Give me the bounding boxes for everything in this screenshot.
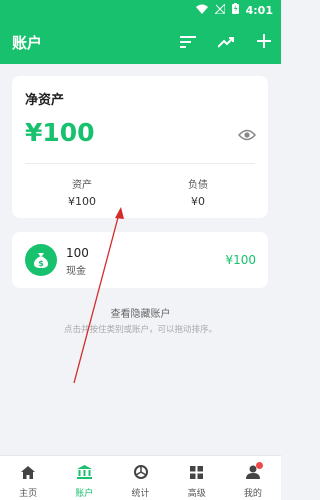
account-name: 100 (66, 246, 89, 260)
eye-icon[interactable] (237, 126, 257, 145)
tab-statistics[interactable]: 统计 (112, 456, 168, 500)
assets-value: ¥100 (68, 195, 96, 208)
header: 4:01 账户 (0, 0, 281, 64)
app-bar: 账户 (0, 20, 281, 64)
account-balance: ¥100 (225, 253, 256, 267)
tab-label: 统计 (131, 489, 150, 499)
notification-dot (255, 462, 263, 469)
tab-label: 账户 (75, 489, 94, 499)
home-icon (21, 464, 36, 483)
battery-icon (231, 3, 239, 17)
bank-icon (76, 464, 92, 483)
assets-summary: 资产 ¥100 (42, 176, 122, 208)
grid-icon (190, 464, 204, 483)
net-worth-card: 净资产 ¥100 资产 ¥100 负债 ¥0 (12, 76, 268, 218)
liabilities-label: 负债 (188, 180, 208, 191)
add-icon[interactable] (257, 33, 271, 52)
view-hidden-accounts-link[interactable]: 查看隐藏账户 (0, 305, 281, 320)
money-bag-icon: $ (25, 244, 57, 276)
tab-label: 高级 (187, 489, 206, 499)
account-type: 现金 (66, 266, 86, 277)
tab-home[interactable]: 主页 (0, 456, 56, 500)
net-worth-label: 净资产 (25, 93, 65, 108)
cash-account-row[interactable]: $ 100 现金 ¥100 (12, 232, 268, 288)
bottom-tab-bar: 主页 账户 统计 高级 我的 (0, 455, 281, 500)
clock: 4:01 (245, 3, 273, 17)
page-title: 账户 (12, 33, 43, 52)
drag-sort-hint: 点击并按住类别或账户，可以拖动排序。 (63, 325, 217, 335)
pie-chart-icon (133, 464, 148, 483)
tab-me[interactable]: 我的 (225, 456, 281, 500)
tab-label: 我的 (243, 489, 262, 499)
sort-filter-icon[interactable] (180, 33, 196, 52)
status-bar: 4:01 (0, 0, 281, 20)
trend-icon[interactable] (217, 33, 235, 52)
divider (25, 163, 255, 164)
tab-advanced[interactable]: 高级 (169, 456, 225, 500)
assets-label: 资产 (72, 180, 92, 191)
tab-label: 主页 (19, 489, 38, 499)
wifi-icon (195, 4, 208, 17)
liabilities-summary: 负债 ¥0 (158, 176, 238, 208)
tab-accounts[interactable]: 账户 (56, 456, 112, 500)
no-signal-icon (213, 2, 226, 17)
svg-text:$: $ (38, 259, 44, 268)
liabilities-value: ¥0 (191, 195, 205, 208)
net-worth-amount: ¥100 (25, 118, 95, 147)
